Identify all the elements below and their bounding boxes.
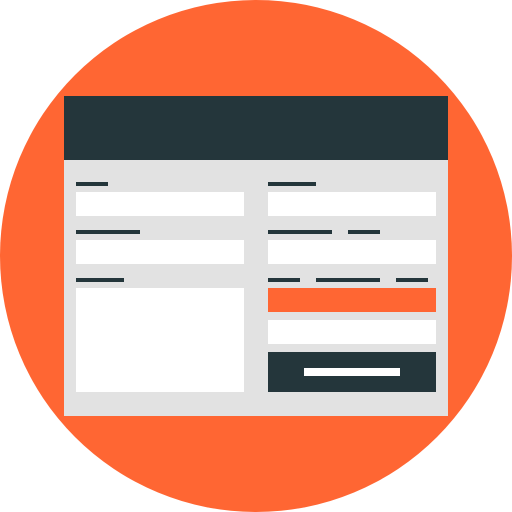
right-field-3-input-highlighted[interactable] [268, 288, 436, 312]
left-textarea[interactable] [76, 288, 244, 392]
left-field-2-label [76, 230, 140, 234]
right-field-3-label-b [316, 278, 380, 282]
left-field-1-label [76, 182, 108, 186]
right-field-2-label [268, 230, 332, 234]
right-field-1-input[interactable] [268, 192, 436, 216]
right-field-2-label-suffix [348, 230, 380, 234]
right-field-4-input[interactable] [268, 320, 436, 344]
left-textarea-label [76, 278, 124, 282]
form-body [64, 160, 448, 416]
right-field-3-label-c [396, 278, 428, 282]
submit-button-label-bar [304, 368, 400, 376]
left-field-1-input[interactable] [76, 192, 244, 216]
right-field-1-label [268, 182, 316, 186]
window-titlebar [64, 96, 448, 160]
submit-button[interactable] [268, 352, 436, 392]
right-field-3-label-a [268, 278, 300, 282]
left-field-2-input[interactable] [76, 240, 244, 264]
form-window [64, 96, 448, 416]
right-field-2-input[interactable] [268, 240, 436, 264]
